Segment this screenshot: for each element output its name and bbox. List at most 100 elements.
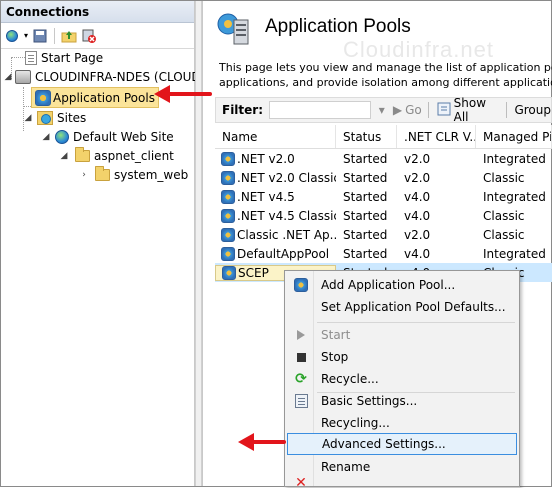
grid-header: Name Status .NET CLR V... Managed Pip	[215, 125, 552, 149]
menu-item-recycling[interactable]: Recycling...	[287, 412, 517, 434]
cell-pipeline: Classic	[483, 170, 525, 185]
up-folder-icon[interactable]	[61, 28, 77, 44]
filter-input[interactable]	[269, 101, 371, 119]
connections-tree: Start Page ◢ CLOUDINFRA-NDES (CLOUDI App…	[1, 49, 204, 479]
cell-status: Started	[343, 227, 388, 242]
save-icon[interactable]	[32, 28, 48, 44]
menu-item-recycle[interactable]: ⟳ Recycle...	[287, 368, 517, 390]
filter-dropdown-icon[interactable]: ▾	[379, 103, 385, 117]
column-header-status[interactable]: Status	[336, 125, 397, 148]
column-header-clr-version[interactable]: .NET CLR V...	[397, 125, 476, 148]
annotation-arrow-advanced-settings	[238, 433, 286, 451]
group-by-button[interactable]: Group	[514, 103, 551, 117]
recycle-icon: ⟳	[295, 371, 307, 387]
column-header-name[interactable]: Name	[215, 125, 336, 148]
expand-chevron-icon[interactable]: ›	[79, 170, 89, 180]
page-title: Application Pools	[265, 16, 411, 37]
tree-item-label: Start Page	[41, 51, 104, 65]
show-all-button[interactable]: Show All	[437, 96, 500, 124]
column-header-pipeline[interactable]: Managed Pip	[476, 125, 552, 148]
collapse-chevron-icon[interactable]: ◢	[41, 132, 51, 142]
collapse-chevron-icon[interactable]: ◢	[59, 151, 69, 161]
description-line: This page lets you view and manage the l…	[219, 61, 552, 74]
tree-item-label: Application Pools	[53, 90, 155, 105]
table-row[interactable]: .NET v4.5 Started v4.0 Integrated	[215, 187, 552, 206]
disconnect-icon[interactable]	[81, 28, 97, 44]
menu-item-start[interactable]: Start	[287, 324, 517, 346]
cell-clr: v4.0	[404, 246, 431, 261]
connections-pane: Connections ▾ Start Page ◢ CLOUDINFRA-ND…	[1, 1, 204, 486]
cell-pipeline: Classic	[483, 227, 525, 242]
pane-splitter[interactable]	[195, 1, 202, 486]
collapse-chevron-icon[interactable]: ◢	[23, 113, 33, 123]
tree-item-application-pools[interactable]: Application Pools	[31, 87, 159, 108]
menu-item-label: Advanced Settings...	[322, 437, 446, 451]
application-pools-icon	[35, 89, 51, 106]
tree-item-system-web[interactable]: › system_web	[79, 166, 188, 184]
menu-item-label: Recycle...	[321, 372, 379, 386]
menu-item-basic-settings[interactable]: Basic Settings...	[287, 390, 517, 412]
menu-item-label: Rename	[321, 460, 371, 474]
menu-item-add-application-pool[interactable]: Add Application Pool...	[287, 274, 517, 296]
app-pool-icon	[221, 208, 235, 223]
cell-pipeline: Integrated	[483, 189, 546, 204]
folder-icon	[95, 166, 110, 181]
tree-item-sites[interactable]: ◢ Sites	[23, 109, 86, 127]
filter-label: Filter:	[222, 103, 264, 117]
dropdown-chevron-icon[interactable]: ▾	[24, 31, 28, 40]
start-play-icon	[297, 330, 305, 340]
tree-item-aspnet-client[interactable]: ◢ aspnet_client	[59, 147, 174, 165]
app-pool-icon	[221, 170, 235, 185]
menu-item-set-defaults[interactable]: Set Application Pool Defaults...	[287, 296, 517, 318]
sites-icon	[37, 111, 53, 125]
cell-name: DefaultAppPool	[237, 246, 330, 261]
table-row[interactable]: Classic .NET Ap... Started v2.0 Classic	[215, 225, 552, 244]
application-pools-grid: Name Status .NET CLR V... Managed Pip .N…	[215, 125, 552, 282]
go-label: Go	[405, 103, 422, 117]
cell-clr: v4.0	[404, 189, 431, 204]
menu-item-label: Add Application Pool...	[321, 278, 456, 292]
connections-toolbar: ▾	[1, 23, 194, 49]
cell-name: .NET v2.0	[237, 151, 295, 166]
annotation-arrow-app-pools	[154, 85, 212, 103]
menu-item-stop[interactable]: Stop	[287, 346, 517, 368]
tree-item-label: aspnet_client	[94, 149, 174, 163]
table-row[interactable]: .NET v4.5 Classic Started v4.0 Classic	[215, 206, 552, 225]
menu-separator	[317, 322, 515, 323]
tree-item-default-web-site[interactable]: ◢ Default Web Site	[41, 128, 174, 146]
menu-item-advanced-settings[interactable]: Advanced Settings...	[287, 433, 517, 455]
cell-status: Started	[343, 208, 388, 223]
tree-item-label: CLOUDINFRA-NDES (CLOUDI	[35, 70, 205, 84]
menu-item-label: Basic Settings...	[321, 394, 418, 408]
table-row[interactable]: DefaultAppPool Started v4.0 Integrated	[215, 244, 552, 263]
cell-name: SCEP	[238, 265, 269, 280]
tree-item-label: Sites	[57, 111, 87, 125]
tree-item-start-page[interactable]: Start Page	[25, 49, 103, 67]
menu-item-label: Recycling...	[321, 416, 390, 430]
cell-status: Started	[343, 151, 388, 166]
table-row[interactable]: .NET v2.0 Started v2.0 Integrated	[215, 149, 552, 168]
connections-header: Connections	[1, 1, 194, 23]
application-pools-header-icon	[216, 12, 250, 46]
settings-sheet-icon	[294, 394, 308, 408]
cell-clr: v2.0	[404, 170, 431, 185]
cell-status: Started	[343, 170, 388, 185]
cell-clr: v2.0	[404, 151, 431, 166]
filter-bar: Filter: ▾ ▶ Go Show All Group	[215, 96, 552, 124]
app-pool-icon	[221, 151, 235, 166]
cell-name: .NET v2.0 Classic	[237, 170, 336, 185]
toolbar-separator	[54, 27, 56, 44]
menu-item-rename[interactable]: Rename	[287, 456, 517, 478]
app-pool-icon	[221, 227, 235, 242]
go-arrow-icon: ▶	[392, 103, 403, 117]
collapse-chevron-icon[interactable]: ◢	[3, 72, 13, 82]
app-pool-icon	[221, 189, 235, 204]
tree-item-server[interactable]: ◢ CLOUDINFRA-NDES (CLOUDI	[3, 68, 204, 86]
cell-clr: v4.0	[404, 208, 431, 223]
show-all-icon	[437, 102, 451, 119]
connect-globe-icon[interactable]	[4, 28, 20, 44]
go-button[interactable]: ▶ Go	[393, 103, 422, 117]
context-menu: Add Application Pool... Set Application …	[284, 270, 520, 488]
table-row[interactable]: .NET v2.0 Classic Started v2.0 Classic	[215, 168, 552, 187]
app-pool-icon	[221, 246, 235, 261]
